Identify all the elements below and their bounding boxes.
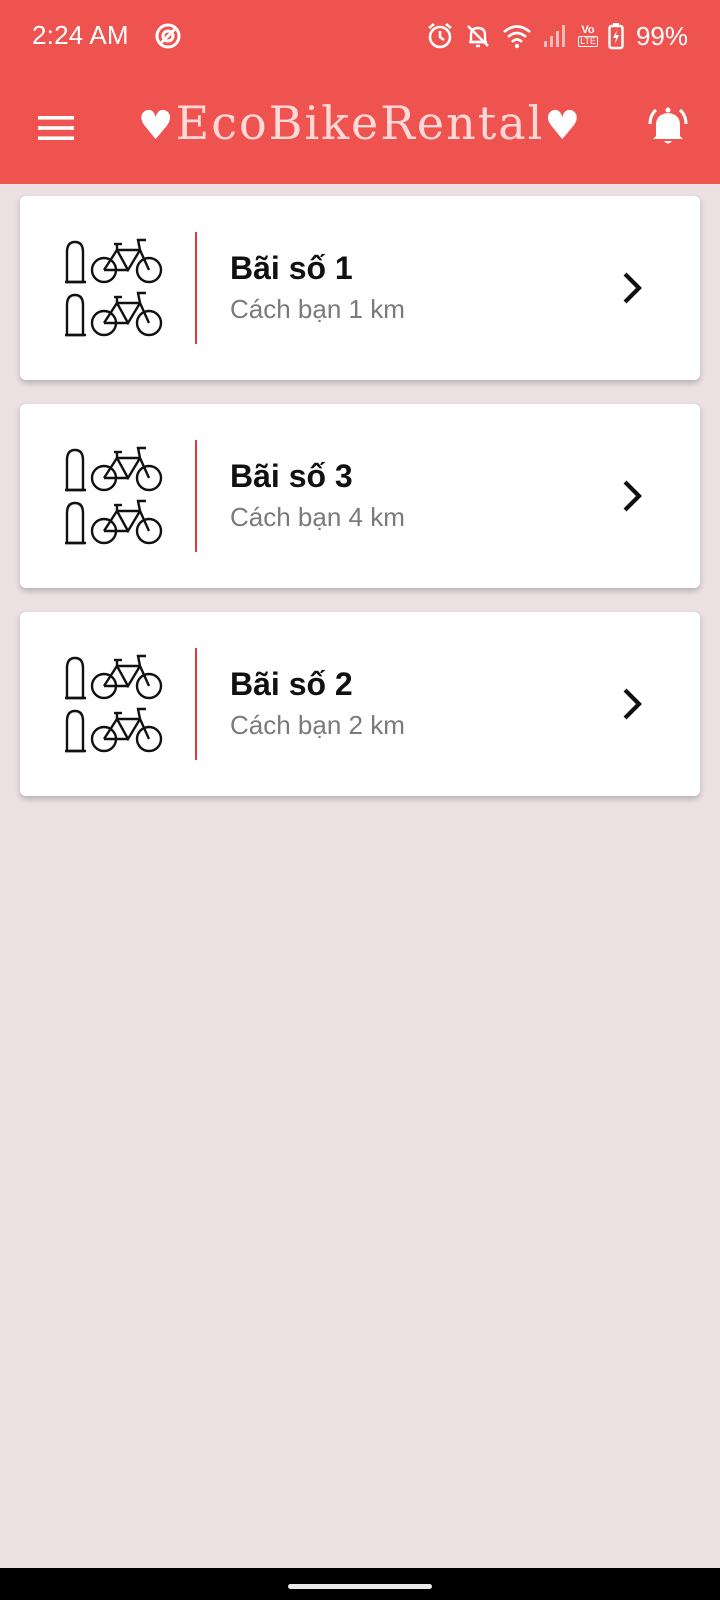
parking-lot-card[interactable]: Bãi số 3 Cách bạn 4 km xyxy=(20,404,700,588)
heart-icon: ♥ xyxy=(137,103,176,149)
bike-parking-icon xyxy=(64,442,172,548)
notifications-off-icon xyxy=(464,22,492,50)
heart-icon: ♥ xyxy=(544,103,583,149)
app-title: ♥EcoBikeRental♥ xyxy=(0,96,720,150)
chevron-right-icon xyxy=(618,684,646,724)
status-icons: Vo LTE 99% xyxy=(426,18,688,54)
notification-bell-icon xyxy=(646,104,690,153)
parking-lot-name: Bãi số 3 xyxy=(230,458,353,494)
parking-lot-list: Bãi số 1 Cách bạn 1 km Bãi số 3 Cách bạn… xyxy=(20,196,700,820)
battery-percentage: 99% xyxy=(635,20,688,51)
status-time: 2:24 AM xyxy=(32,20,129,50)
parking-lot-card[interactable]: Bãi số 1 Cách bạn 1 km xyxy=(20,196,700,380)
volte-icon: Vo LTE xyxy=(578,25,598,47)
cast-icon xyxy=(154,22,182,50)
home-gesture-handle[interactable] xyxy=(288,1584,432,1589)
cellular-signal-icon xyxy=(542,23,568,49)
card-divider xyxy=(195,232,197,344)
bike-parking-icon xyxy=(64,650,172,756)
parking-lot-card[interactable]: Bãi số 2 Cách bạn 2 km xyxy=(20,612,700,796)
parking-lot-distance: Cách bạn 4 km xyxy=(230,502,405,532)
status-bar: 2:24 AM Vo LTE 99% xyxy=(0,0,720,76)
bike-parking-icon xyxy=(64,234,172,340)
notification-button[interactable] xyxy=(642,102,694,154)
card-divider xyxy=(195,440,197,552)
battery-charging-icon xyxy=(608,22,624,50)
chevron-right-icon xyxy=(618,476,646,516)
parking-lot-name: Bãi số 1 xyxy=(230,250,353,286)
wifi-icon xyxy=(502,23,532,49)
app-title-text: EcoBikeRental xyxy=(175,96,545,150)
card-divider xyxy=(195,648,197,760)
system-navigation-bar xyxy=(0,1568,720,1600)
parking-lot-distance: Cách bạn 2 km xyxy=(230,710,405,740)
app-bar: ♥EcoBikeRental♥ xyxy=(0,76,720,184)
parking-lot-distance: Cách bạn 1 km xyxy=(230,294,405,324)
parking-lot-name: Bãi số 2 xyxy=(230,666,353,702)
volte-badge-top: Vo xyxy=(581,24,595,36)
volte-badge-bottom: LTE xyxy=(578,36,598,47)
alarm-icon xyxy=(426,22,454,50)
chevron-right-icon xyxy=(618,268,646,308)
